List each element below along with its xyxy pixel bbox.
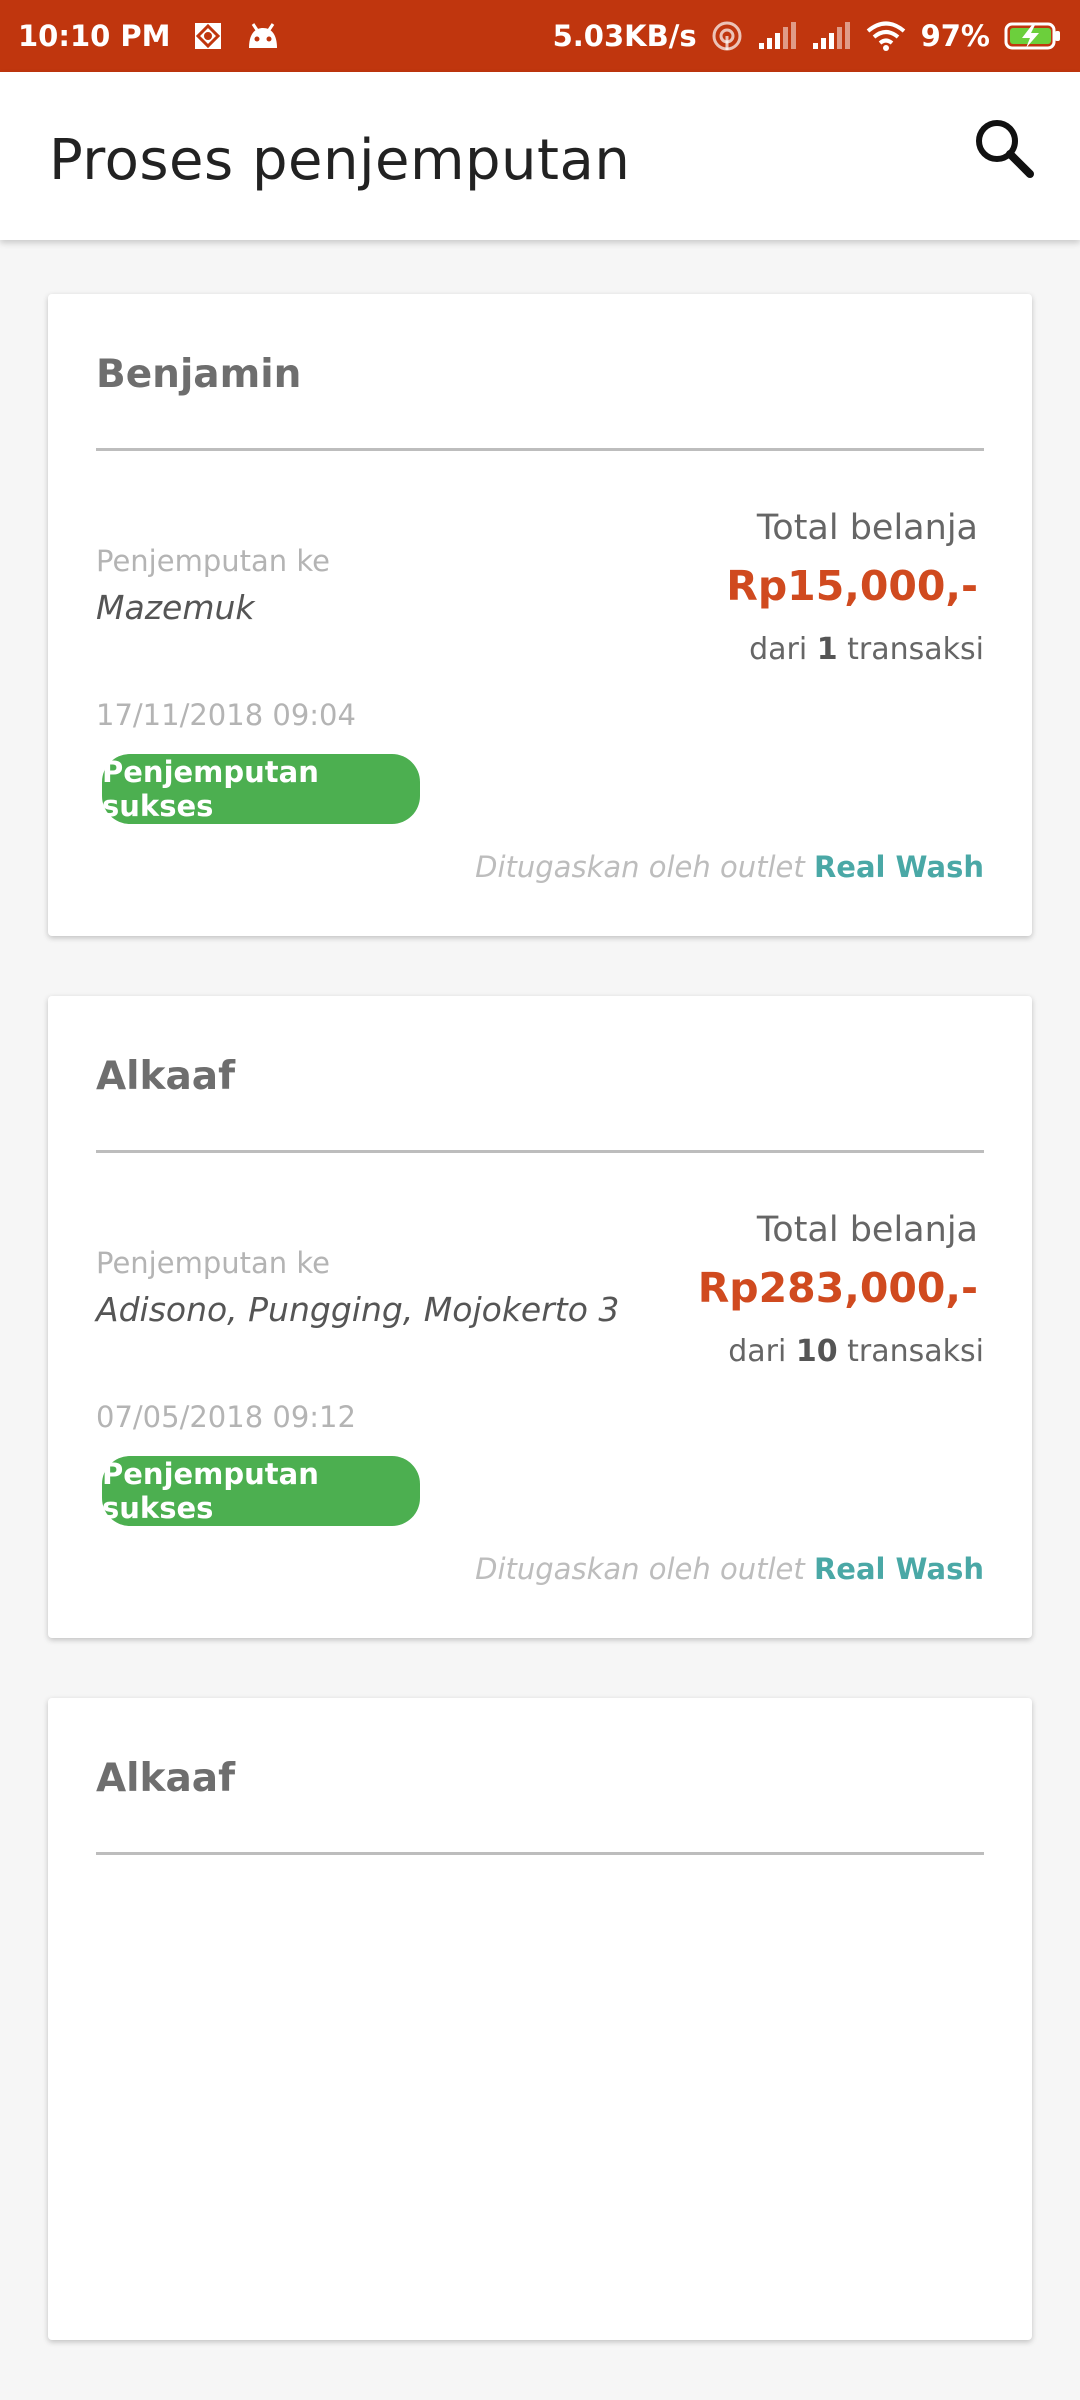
android-debug-icon (245, 22, 281, 50)
signal-icon (757, 21, 797, 51)
total-label: Total belanja (756, 1210, 978, 1250)
signal-icon-2 (811, 21, 851, 51)
tx-count: 10 (795, 1334, 838, 1369)
pickup-card[interactable]: Alkaaf Penjemputan ke Adisono, Pungging,… (48, 996, 1032, 1638)
pickup-address: Mazemuk (96, 588, 255, 627)
app-bar: Proses penjemputan (0, 72, 1080, 240)
pickup-card[interactable]: Benjamin Penjemputan ke Mazemuk Total be… (48, 294, 1032, 936)
total-amount: Rp15,000,- (726, 562, 978, 610)
transaction-count: dari 10 transaksi (728, 1334, 984, 1369)
pickup-label: Penjemputan ke (96, 1246, 330, 1280)
pickup-address: Adisono, Pungging, Mojokerto 3 (96, 1290, 620, 1329)
assigned-prefix: Ditugaskan oleh outlet (475, 1552, 805, 1586)
pickup-card[interactable]: Alkaaf (48, 1698, 1032, 2340)
outlet-name: Real Wash (813, 1552, 984, 1586)
pickup-list: Benjamin Penjemputan ke Mazemuk Total be… (48, 294, 1032, 2400)
tx-count: 1 (816, 632, 838, 667)
tx-suffix: transaksi (847, 632, 984, 667)
tx-prefix: dari (728, 1334, 787, 1369)
search-button[interactable] (972, 116, 1036, 180)
pickup-label: Penjemputan ke (96, 544, 330, 578)
total-amount: Rp283,000,- (697, 1264, 978, 1312)
network-speed: 5.03KB/s (552, 19, 697, 53)
tx-suffix: transaksi (847, 1334, 984, 1369)
app-notification-icon (193, 21, 223, 51)
card-divider (96, 448, 984, 451)
transaction-count: dari 1 transaksi (749, 632, 984, 667)
status-bar: 10:10 PM 5.03KB/s 97% (0, 0, 1080, 72)
status-badge: Penjemputan sukses (102, 754, 420, 824)
wifi-icon (865, 20, 907, 52)
assigned-prefix: Ditugaskan oleh outlet (475, 850, 805, 884)
card-divider (96, 1852, 984, 1855)
pickup-datetime: 07/05/2018 09:12 (96, 1400, 356, 1434)
page-title: Proses penjemputan (49, 128, 631, 193)
battery-percent: 97% (920, 19, 990, 53)
card-divider (96, 1150, 984, 1153)
assigned-outlet: Ditugaskan oleh outlet Real Wash (475, 850, 984, 884)
status-badge: Penjemputan sukses (102, 1456, 420, 1526)
battery-charging-icon (1004, 21, 1062, 51)
assigned-outlet: Ditugaskan oleh outlet Real Wash (475, 1552, 984, 1586)
status-time: 10:10 PM (18, 19, 171, 53)
outlet-name: Real Wash (813, 850, 984, 884)
total-label: Total belanja (756, 508, 978, 548)
hotspot-icon (711, 20, 743, 52)
pickup-datetime: 17/11/2018 09:04 (96, 698, 356, 732)
customer-name: Alkaaf (96, 1756, 236, 1801)
customer-name: Benjamin (96, 352, 302, 397)
customer-name: Alkaaf (96, 1054, 236, 1099)
search-icon (976, 120, 1034, 178)
tx-prefix: dari (749, 632, 808, 667)
